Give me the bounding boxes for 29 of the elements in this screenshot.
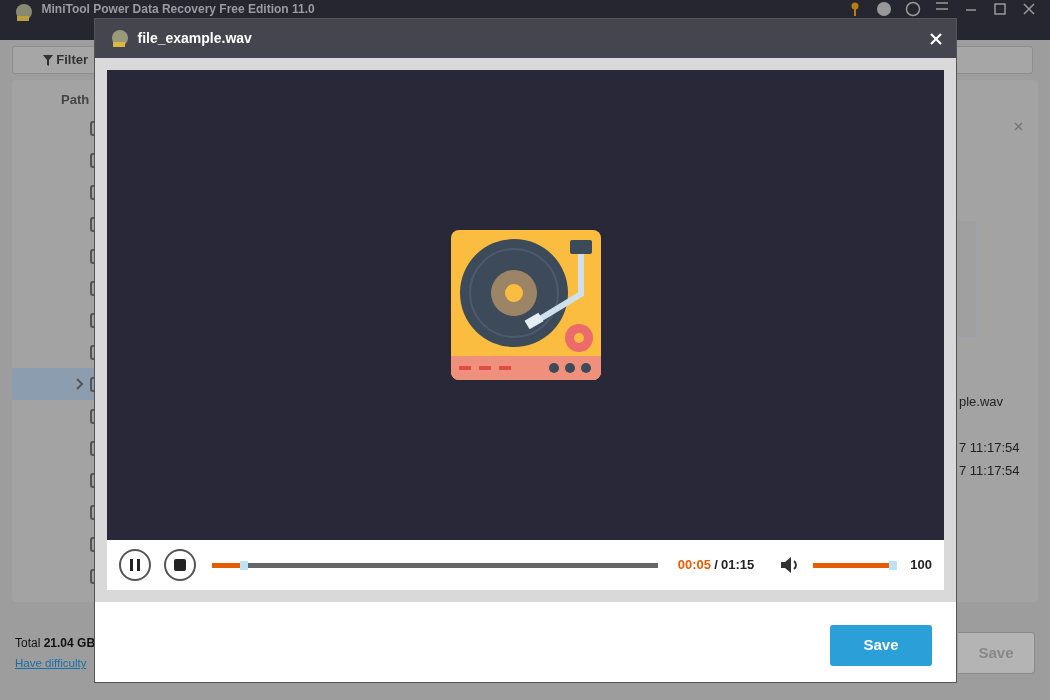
maximize-icon[interactable]	[992, 1, 1008, 17]
elapsed-time: 00:05	[677, 556, 711, 575]
help-link[interactable]: Have difficulty	[15, 655, 96, 673]
volume-thumb[interactable]	[889, 560, 898, 570]
progress-thumb[interactable]	[240, 560, 249, 570]
filter-button[interactable]: Filter	[13, 47, 93, 73]
close-icon[interactable]	[1021, 1, 1037, 17]
stop-icon	[174, 559, 186, 571]
app-logo-icon	[13, 2, 35, 24]
chevron-icon[interactable]	[74, 378, 86, 390]
app-title: MiniTool Power Data Recovery Free Edition 11.0	[41, 2, 315, 16]
progress-track[interactable]	[212, 562, 659, 568]
duration-time: 01:15	[721, 556, 755, 575]
total-size-text: Total 21.04 GB	[15, 635, 96, 652]
volume-reading: 100	[910, 556, 932, 575]
app-logo-icon	[109, 27, 131, 50]
file-row[interactable]	[12, 368, 94, 400]
pause-icon	[130, 559, 140, 571]
detail-text: 7 11:17:54	[959, 463, 1020, 478]
pause-button[interactable]	[119, 549, 151, 581]
detail-text: 7 11:17:54	[959, 440, 1020, 455]
stop-button[interactable]	[164, 549, 196, 581]
column-header: Path	[61, 91, 90, 110]
filter-icon	[43, 54, 53, 66]
dialog-title: file_example.wav	[137, 29, 252, 48]
menu-icon[interactable]	[934, 1, 950, 11]
time-separator: /	[714, 556, 718, 575]
detail-text: ple.wav	[959, 394, 1004, 409]
save-button[interactable]: Save	[830, 624, 932, 666]
